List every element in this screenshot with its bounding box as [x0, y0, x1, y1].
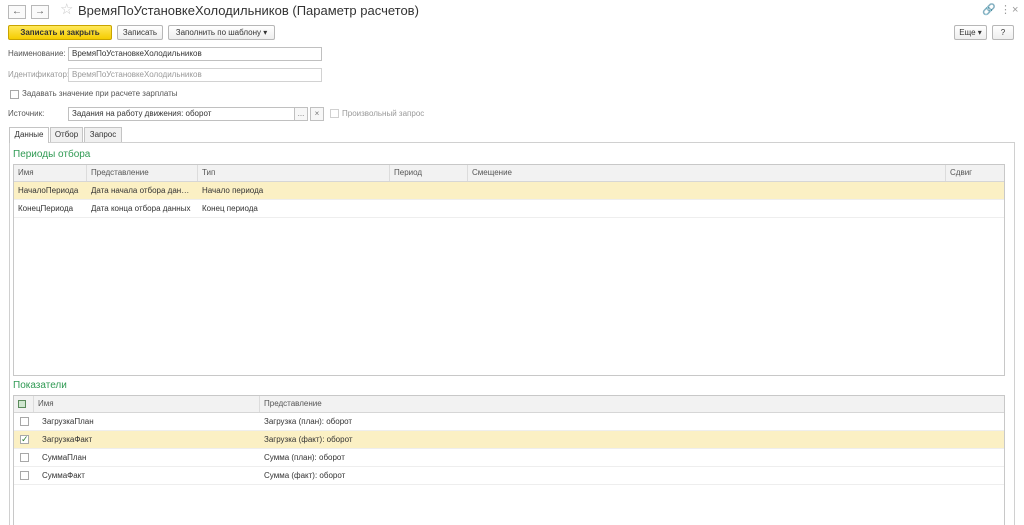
cell-type: Конец периода — [202, 204, 258, 213]
window-titlebar: ← → ☆ ВремяПоУстановкеХолодильников (Пар… — [0, 0, 1024, 22]
periods-table-header: Имя Представление Тип Период Смещение Сд… — [14, 165, 1004, 182]
column-header-period[interactable]: Период — [390, 165, 468, 181]
cell-type: Начало периода — [202, 186, 264, 195]
table-row[interactable]: КонецПериода Дата конца отбора данных Ко… — [14, 200, 1004, 218]
cell-representation: Дата начала отбора дан… — [91, 186, 190, 195]
more-actions-button[interactable]: Еще ▾ — [954, 25, 987, 40]
name-input[interactable]: ВремяПоУстановкеХолодильников — [68, 47, 322, 61]
cell-name: ЗагрузкаФакт — [42, 435, 93, 444]
cell-name: СуммаФакт — [42, 471, 85, 480]
indicators-table[interactable]: Имя Представление ЗагрузкаПлан Загрузка … — [13, 395, 1005, 525]
source-label: Источник: — [8, 109, 45, 118]
more-vertical-icon[interactable]: ⋮ — [1000, 4, 1011, 16]
more-actions-label: Еще — [959, 28, 976, 37]
column-header-type[interactable]: Тип — [198, 165, 390, 181]
row-checkbox[interactable] — [20, 453, 29, 462]
column-header-check[interactable] — [14, 396, 34, 412]
table-row[interactable]: ЗагрузкаПлан Загрузка (план): оборот — [14, 413, 1004, 431]
fill-by-template-button[interactable]: Заполнить по шаблону ▾ — [168, 25, 275, 40]
cell-name: НачалоПериода — [18, 186, 79, 195]
chevron-down-icon: ▾ — [263, 28, 268, 37]
periods-table[interactable]: Имя Представление Тип Период Смещение Сд… — [13, 164, 1005, 376]
cell-representation: Дата конца отбора данных — [91, 204, 191, 213]
tab-query[interactable]: Запрос — [84, 127, 122, 142]
table-row[interactable]: НачалоПериода Дата начала отбора дан… На… — [14, 182, 1004, 200]
chevron-down-icon: ▾ — [977, 28, 982, 37]
favorite-star-icon[interactable]: ☆ — [60, 2, 73, 18]
cell-name: СуммаПлан — [42, 453, 87, 462]
cell-representation: Загрузка (план): оборот — [264, 417, 353, 426]
name-label: Наименование: — [8, 49, 66, 58]
source-clear-button[interactable]: × — [310, 107, 324, 121]
column-header-name[interactable]: Имя — [34, 396, 260, 412]
indicators-table-header: Имя Представление — [14, 396, 1004, 413]
set-value-checkbox[interactable] — [10, 90, 19, 99]
save-button[interactable]: Записать — [117, 25, 163, 40]
arbitrary-query-checkbox[interactable] — [330, 109, 339, 118]
forward-button[interactable]: → — [31, 5, 49, 19]
periods-section-title: Периоды отбора — [13, 149, 91, 160]
cell-representation: Сумма (факт): оборот — [264, 471, 346, 480]
cell-representation: Сумма (план): оборот — [264, 453, 345, 462]
cell-name: КонецПериода — [18, 204, 74, 213]
source-select-button[interactable]: ... — [294, 107, 308, 121]
cell-representation: Загрузка (факт): оборот — [264, 435, 353, 444]
arbitrary-query-label: Произвольный запрос — [342, 109, 425, 118]
tab-filter[interactable]: Отбор — [50, 127, 83, 142]
row-checkbox-checked[interactable]: ✓ — [20, 435, 29, 444]
arrow-right-icon: → — [35, 6, 45, 17]
arrow-left-icon: ← — [12, 6, 22, 17]
back-button[interactable]: ← — [8, 5, 26, 19]
tab-data[interactable]: Данные — [9, 127, 49, 143]
indicators-section-title: Показатели — [13, 380, 67, 391]
link-icon[interactable]: 🔗 — [982, 4, 996, 16]
check-all-icon — [18, 400, 26, 408]
row-checkbox[interactable] — [20, 471, 29, 480]
table-row[interactable]: СуммаФакт Сумма (факт): оборот — [14, 467, 1004, 485]
source-input[interactable]: Задания на работу движения: оборот — [68, 107, 308, 121]
cell-name: ЗагрузкаПлан — [42, 417, 94, 426]
identifier-input[interactable]: ВремяПоУстановкеХолодильников — [68, 68, 322, 82]
identifier-label: Идентификатор: — [8, 70, 70, 79]
set-value-label: Задавать значение при расчете зарплаты — [22, 89, 178, 98]
help-button[interactable]: ? — [992, 25, 1014, 40]
table-row[interactable]: ✓ ЗагрузкаФакт Загрузка (факт): оборот — [14, 431, 1004, 449]
column-header-name[interactable]: Имя — [14, 165, 87, 181]
table-row[interactable]: СуммаПлан Сумма (план): оборот — [14, 449, 1004, 467]
window-title: ВремяПоУстановкеХолодильников (Параметр … — [78, 3, 419, 18]
close-icon[interactable]: × — [1012, 4, 1018, 16]
fill-by-template-label: Заполнить по шаблону — [175, 28, 261, 37]
save-and-close-button[interactable]: Записать и закрыть — [8, 25, 112, 40]
column-header-representation[interactable]: Представление — [87, 165, 198, 181]
checkmark-icon: ✓ — [21, 434, 29, 444]
clear-icon: × — [314, 109, 320, 118]
row-checkbox[interactable] — [20, 417, 29, 426]
column-header-offset[interactable]: Смещение — [468, 165, 946, 181]
column-header-shift[interactable]: Сдвиг — [946, 165, 1004, 181]
column-header-representation[interactable]: Представление — [260, 396, 1004, 412]
